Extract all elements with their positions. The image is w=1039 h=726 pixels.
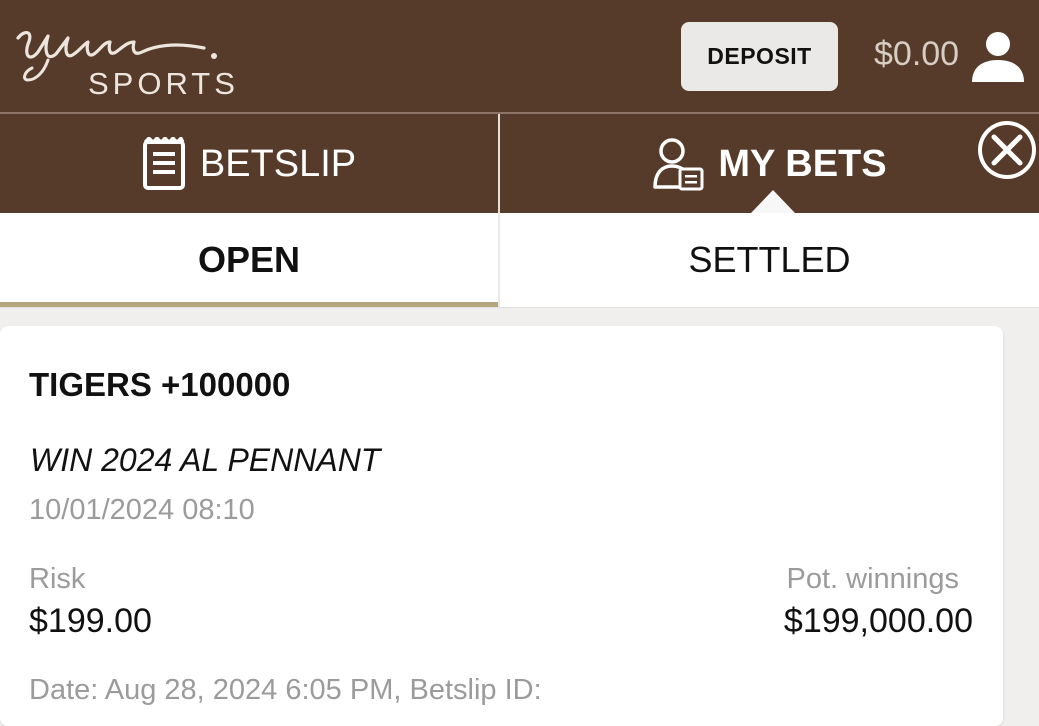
tab-my-bets-label: MY BETS bbox=[718, 142, 887, 185]
redacted-betslip-id bbox=[572, 670, 816, 709]
active-tab-indicator bbox=[751, 190, 795, 213]
wynn-sports-logo[interactable]: SPORTS bbox=[14, 8, 235, 104]
deposit-button[interactable]: DEPOSIT bbox=[681, 22, 838, 91]
tab-betslip-label: BETSLIP bbox=[199, 142, 357, 185]
risk-value: $199.00 bbox=[29, 602, 152, 640]
user-badge-icon bbox=[653, 137, 704, 190]
bet-event-date: 10/01/2024 08:10 bbox=[29, 494, 255, 526]
tab-betslip[interactable]: BETSLIP bbox=[0, 114, 498, 213]
user-icon[interactable] bbox=[968, 28, 1028, 84]
bet-placed-info: Date: Aug 28, 2024 6:05 PM, Betslip ID: bbox=[29, 674, 542, 706]
tab-open[interactable]: OPEN bbox=[0, 213, 498, 307]
bet-market: WIN 2024 AL PENNANT bbox=[30, 442, 381, 478]
logo-sports-text: SPORTS bbox=[88, 66, 239, 101]
potential-winnings-value: $199,000.00 bbox=[783, 602, 973, 640]
active-subtab-underline bbox=[0, 302, 498, 307]
account-balance[interactable]: $0.00 bbox=[874, 32, 959, 76]
bet-selection-title: TIGERS +100000 bbox=[29, 366, 291, 403]
potential-winnings-label: Pot. winnings bbox=[786, 563, 960, 595]
clipboard-icon bbox=[142, 136, 185, 190]
tab-settled[interactable]: SETTLED bbox=[500, 213, 1039, 307]
risk-label: Risk bbox=[29, 563, 86, 595]
close-icon[interactable] bbox=[977, 120, 1037, 180]
